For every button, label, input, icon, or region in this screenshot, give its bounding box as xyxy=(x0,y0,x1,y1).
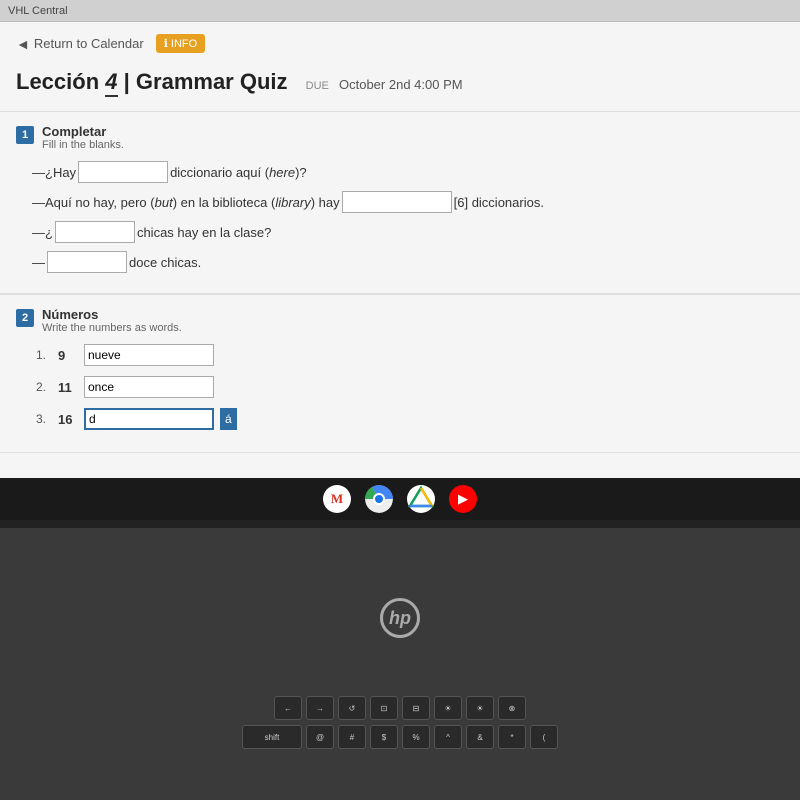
blank-input-2[interactable] xyxy=(342,191,452,213)
title-number: 4 xyxy=(105,69,117,97)
laptop-hinge xyxy=(0,520,800,528)
numero-item-3: 3. 16 á xyxy=(36,408,784,430)
youtube-icon[interactable]: ▶ xyxy=(449,485,477,513)
key-open-paren[interactable]: ( xyxy=(530,725,558,749)
page-title: Lección 4 | Grammar Quiz DUE October 2nd… xyxy=(16,69,784,95)
numero-value-3: 16 xyxy=(58,412,78,427)
info-button[interactable]: ℹ INFO xyxy=(156,34,205,53)
section2-header: 2 Números Write the numbers as words. xyxy=(16,307,784,334)
key-dollar[interactable]: $ xyxy=(370,725,398,749)
key-caret[interactable]: ^ xyxy=(434,725,462,749)
line1-before: —¿Hay xyxy=(32,165,76,180)
section1-title-block: Completar Fill in the blanks. xyxy=(42,124,124,151)
line3-before: —¿ xyxy=(32,225,53,240)
numero-value-1: 9 xyxy=(58,348,78,363)
section2-number: 2 xyxy=(16,309,34,327)
back-arrow-icon: ◄ xyxy=(16,36,30,52)
key-minimize[interactable]: ⊟ xyxy=(402,696,430,720)
section1-title: Completar xyxy=(42,124,124,139)
info-icon: ℹ xyxy=(164,37,168,50)
numero-index-2: 2. xyxy=(36,380,52,394)
line2-after: [6] diccionarios. xyxy=(454,195,544,210)
taskbar: M ▶ xyxy=(0,478,800,520)
section1-number: 1 xyxy=(16,126,34,144)
fill-blanks-area: —¿Hay diccionario aquí (here)? —Aquí no … xyxy=(16,161,784,273)
numero-input-2[interactable] xyxy=(84,376,214,398)
keyboard-area: ← → ↺ ⊡ ⊟ ☀ ☀ ⊗ shift @ # $ % ^ & * ( xyxy=(0,688,800,757)
section1-header: 1 Completar Fill in the blanks. xyxy=(16,124,784,151)
key-mute[interactable]: ⊗ xyxy=(498,696,526,720)
blank-input-1[interactable] xyxy=(78,161,168,183)
key-brightness-down[interactable]: ☀ xyxy=(434,696,462,720)
blank-input-4[interactable] xyxy=(47,251,127,273)
key-refresh[interactable]: ↺ xyxy=(338,696,366,720)
numero-input-1[interactable] xyxy=(84,344,214,366)
nav-bar: ◄ Return to Calendar ℹ INFO xyxy=(0,22,800,61)
title-part1: Lección xyxy=(16,69,99,94)
page-title-area: Lección 4 | Grammar Quiz DUE October 2nd… xyxy=(0,61,800,112)
line4-after: doce chicas. xyxy=(129,255,201,270)
laptop-body: hp ← → ↺ ⊡ ⊟ ☀ ☀ ⊗ shift @ # $ % ^ & * ( xyxy=(0,520,800,800)
section1-subtitle: Fill in the blanks. xyxy=(42,139,124,151)
keyboard-row-1: ← → ↺ ⊡ ⊟ ☀ ☀ ⊗ xyxy=(10,696,790,720)
fill-line-3: —¿ chicas hay en la clase? xyxy=(32,221,784,243)
key-shift-left[interactable]: shift xyxy=(242,725,302,749)
key-brightness-up[interactable]: ☀ xyxy=(466,696,494,720)
screen: VHL Central ◄ Return to Calendar ℹ INFO … xyxy=(0,0,800,520)
numero-input-3[interactable] xyxy=(84,408,214,430)
numero-value-2: 11 xyxy=(58,380,78,395)
return-label: Return to Calendar xyxy=(34,36,144,51)
fill-line-1: —¿Hay diccionario aquí (here)? xyxy=(32,161,784,183)
fill-line-4: — doce chicas. xyxy=(32,251,784,273)
section-completar: 1 Completar Fill in the blanks. —¿Hay di… xyxy=(0,112,800,294)
line3-after: chicas hay en la clase? xyxy=(137,225,271,240)
line2-before: —Aquí no hay, pero (but) en la bibliotec… xyxy=(32,195,340,210)
key-back[interactable]: ← xyxy=(274,696,302,720)
gmail-icon[interactable]: M xyxy=(323,485,351,513)
section2-title: Números xyxy=(42,307,182,322)
return-to-calendar-link[interactable]: ◄ Return to Calendar xyxy=(16,36,144,52)
keyboard-row-2: shift @ # $ % ^ & * ( xyxy=(10,725,790,749)
blank-input-3[interactable] xyxy=(55,221,135,243)
chrome-icon[interactable] xyxy=(365,485,393,513)
fill-line-2: —Aquí no hay, pero (but) en la bibliotec… xyxy=(32,191,784,213)
browser-title: VHL Central xyxy=(8,5,68,17)
drive-icon[interactable] xyxy=(407,485,435,513)
section2-title-block: Números Write the numbers as words. xyxy=(42,307,182,334)
title-part2: | Grammar Quiz xyxy=(124,69,288,94)
key-asterisk[interactable]: * xyxy=(498,725,526,749)
accent-button[interactable]: á xyxy=(220,408,237,430)
due-date: October 2nd 4:00 PM xyxy=(339,77,463,92)
key-ampersand[interactable]: & xyxy=(466,725,494,749)
hp-logo: hp xyxy=(380,598,420,638)
key-forward[interactable]: → xyxy=(306,696,334,720)
section-numeros: 2 Números Write the numbers as words. 1.… xyxy=(0,295,800,453)
info-label: INFO xyxy=(171,38,197,50)
numero-item-1: 1. 9 xyxy=(36,344,784,366)
numero-list: 1. 9 2. 11 3. 16 á xyxy=(16,344,784,430)
section2-subtitle: Write the numbers as words. xyxy=(42,322,182,334)
laptop-palm: hp xyxy=(0,528,800,688)
key-percent[interactable]: % xyxy=(402,725,430,749)
key-fullscreen[interactable]: ⊡ xyxy=(370,696,398,720)
key-hash[interactable]: # xyxy=(338,725,366,749)
content-area: ◄ Return to Calendar ℹ INFO Lección 4 | … xyxy=(0,22,800,520)
browser-bar: VHL Central xyxy=(0,0,800,22)
numero-item-2: 2. 11 xyxy=(36,376,784,398)
line1-after: diccionario aquí (here)? xyxy=(170,165,307,180)
numero-index-1: 1. xyxy=(36,348,52,362)
line4-before: — xyxy=(32,255,45,270)
due-label: DUE xyxy=(306,80,329,92)
key-at[interactable]: @ xyxy=(306,725,334,749)
numero-index-3: 3. xyxy=(36,412,52,426)
